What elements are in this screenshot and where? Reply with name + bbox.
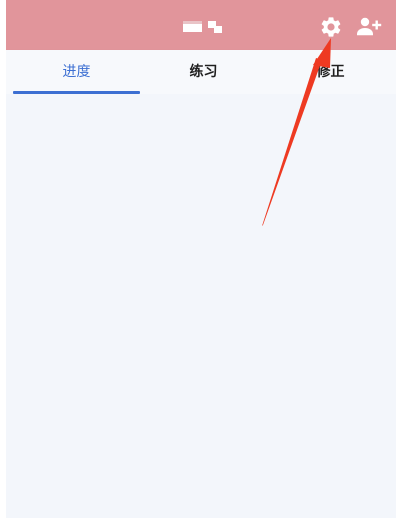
screen-border-right xyxy=(396,0,400,518)
app-logo xyxy=(183,19,227,35)
app-header xyxy=(0,0,400,50)
content-area xyxy=(0,94,400,518)
logo-block xyxy=(214,26,222,33)
gear-icon xyxy=(321,17,341,37)
tab-progress[interactable]: 进度 xyxy=(13,50,140,94)
tab-correction[interactable]: 修正 xyxy=(267,50,394,94)
app-screen: 进度 练习 修正 xyxy=(0,0,400,518)
add-user-button[interactable] xyxy=(356,15,384,39)
logo-block xyxy=(183,21,202,32)
person-add-icon xyxy=(357,17,382,36)
tab-bar: 进度 练习 修正 xyxy=(0,50,400,94)
screen-border-left xyxy=(0,0,6,518)
tab-practice[interactable]: 练习 xyxy=(140,50,267,94)
settings-button[interactable] xyxy=(319,15,343,39)
